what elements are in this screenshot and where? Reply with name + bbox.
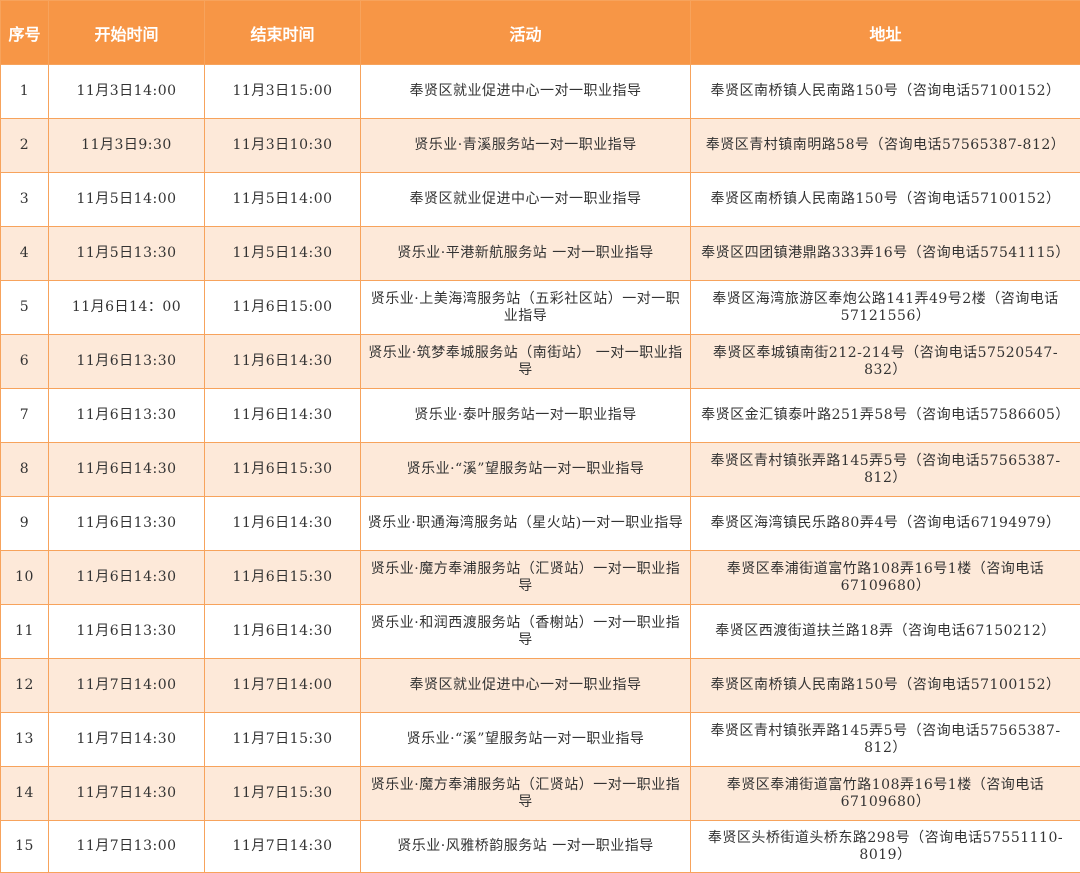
cell-address: 奉贤区四团镇港鼎路333弄16号（咨询电话57541115） bbox=[691, 227, 1080, 281]
cell-index: 15 bbox=[1, 821, 49, 873]
cell-start-time: 11月3日9:30 bbox=[49, 119, 205, 173]
table-row: 311月5日14:0011月5日14:00奉贤区就业促进中心一对一职业指导奉贤区… bbox=[1, 173, 1080, 227]
table-row: 1411月7日14:3011月7日15:30贤乐业·魔方奉浦服务站（汇贤站）一对… bbox=[1, 767, 1080, 821]
header-end-time: 结束时间 bbox=[205, 1, 361, 65]
table-header: 序号 开始时间 结束时间 活动 地址 bbox=[1, 1, 1080, 65]
cell-address: 奉贤区头桥街道头桥东路298号（咨询电话57551110-8019） bbox=[691, 821, 1080, 873]
cell-activity: 贤乐业·泰叶服务站一对一职业指导 bbox=[361, 389, 691, 443]
cell-activity: 贤乐业·“溪”望服务站一对一职业指导 bbox=[361, 443, 691, 497]
cell-end-time: 11月6日14:30 bbox=[205, 335, 361, 389]
cell-activity: 贤乐业·和润西渡服务站（香榭站）一对一职业指导 bbox=[361, 605, 691, 659]
table-row: 211月3日9:3011月3日10:30贤乐业·青溪服务站一对一职业指导奉贤区青… bbox=[1, 119, 1080, 173]
cell-index: 12 bbox=[1, 659, 49, 713]
header-address: 地址 bbox=[691, 1, 1080, 65]
cell-end-time: 11月6日14:30 bbox=[205, 605, 361, 659]
cell-address: 奉贤区奉浦街道富竹路108弄16号1楼（咨询电话67109680） bbox=[691, 551, 1080, 605]
cell-activity: 贤乐业·职通海湾服务站（星火站)一对一职业指导 bbox=[361, 497, 691, 551]
table-row: 411月5日13:3011月5日14:30贤乐业·平港新航服务站 一对一职业指导… bbox=[1, 227, 1080, 281]
header-row: 序号 开始时间 结束时间 活动 地址 bbox=[1, 1, 1080, 65]
cell-activity: 贤乐业·青溪服务站一对一职业指导 bbox=[361, 119, 691, 173]
cell-start-time: 11月6日13:30 bbox=[49, 335, 205, 389]
cell-end-time: 11月6日15:30 bbox=[205, 443, 361, 497]
cell-index: 5 bbox=[1, 281, 49, 335]
table-row: 1511月7日13:0011月7日14:30贤乐业·风雅桥韵服务站 一对一职业指… bbox=[1, 821, 1080, 873]
cell-index: 1 bbox=[1, 65, 49, 119]
table-row: 1111月6日13:3011月6日14:30贤乐业·和润西渡服务站（香榭站）一对… bbox=[1, 605, 1080, 659]
cell-end-time: 11月3日10:30 bbox=[205, 119, 361, 173]
cell-index: 14 bbox=[1, 767, 49, 821]
cell-address: 奉贤区西渡街道扶兰路18弄（咨询电话67150212） bbox=[691, 605, 1080, 659]
cell-address: 奉贤区海湾旅游区奉炮公路141弄49号2楼（咨询电话57121556） bbox=[691, 281, 1080, 335]
cell-address: 奉贤区青村镇南明路58号（咨询电话57565387-812） bbox=[691, 119, 1080, 173]
cell-end-time: 11月3日15:00 bbox=[205, 65, 361, 119]
cell-index: 9 bbox=[1, 497, 49, 551]
cell-activity: 贤乐业·魔方奉浦服务站（汇贤站）一对一职业指导 bbox=[361, 551, 691, 605]
table-row: 1011月6日14:3011月6日15:30贤乐业·魔方奉浦服务站（汇贤站）一对… bbox=[1, 551, 1080, 605]
cell-address: 奉贤区海湾镇民乐路80弄4号（咨询电话67194979） bbox=[691, 497, 1080, 551]
cell-start-time: 11月6日14:30 bbox=[49, 443, 205, 497]
cell-address: 奉贤区南桥镇人民南路150号（咨询电话57100152） bbox=[691, 65, 1080, 119]
cell-start-time: 11月6日14:30 bbox=[49, 551, 205, 605]
cell-address: 奉贤区南桥镇人民南路150号（咨询电话57100152） bbox=[691, 659, 1080, 713]
cell-address: 奉贤区奉浦街道富竹路108弄16号1楼（咨询电话67109680） bbox=[691, 767, 1080, 821]
cell-end-time: 11月7日15:30 bbox=[205, 713, 361, 767]
cell-start-time: 11月6日13:30 bbox=[49, 389, 205, 443]
table-row: 811月6日14:3011月6日15:30贤乐业·“溪”望服务站一对一职业指导奉… bbox=[1, 443, 1080, 497]
table-row: 711月6日13:3011月6日14:30贤乐业·泰叶服务站一对一职业指导奉贤区… bbox=[1, 389, 1080, 443]
schedule-table: 序号 开始时间 结束时间 活动 地址 111月3日14:0011月3日15:00… bbox=[0, 0, 1080, 873]
cell-activity: 贤乐业·筑梦奉城服务站（南街站） 一对一职业指导 bbox=[361, 335, 691, 389]
cell-activity: 贤乐业·魔方奉浦服务站（汇贤站）一对一职业指导 bbox=[361, 767, 691, 821]
cell-index: 2 bbox=[1, 119, 49, 173]
cell-activity: 贤乐业·“溪”望服务站一对一职业指导 bbox=[361, 713, 691, 767]
header-activity: 活动 bbox=[361, 1, 691, 65]
cell-start-time: 11月6日13:30 bbox=[49, 497, 205, 551]
cell-address: 奉贤区奉城镇南街212-214号（咨询电话57520547-832） bbox=[691, 335, 1080, 389]
cell-start-time: 11月7日14:30 bbox=[49, 767, 205, 821]
table-row: 111月3日14:0011月3日15:00奉贤区就业促进中心一对一职业指导奉贤区… bbox=[1, 65, 1080, 119]
cell-end-time: 11月7日14:30 bbox=[205, 821, 361, 873]
cell-address: 奉贤区青村镇张弄路145弄5号（咨询电话57565387-812） bbox=[691, 443, 1080, 497]
cell-start-time: 11月7日14:00 bbox=[49, 659, 205, 713]
cell-index: 11 bbox=[1, 605, 49, 659]
cell-activity: 贤乐业·上美海湾服务站（五彩社区站）一对一职业指导 bbox=[361, 281, 691, 335]
cell-index: 6 bbox=[1, 335, 49, 389]
cell-index: 10 bbox=[1, 551, 49, 605]
cell-end-time: 11月6日15:00 bbox=[205, 281, 361, 335]
cell-index: 7 bbox=[1, 389, 49, 443]
cell-end-time: 11月6日14:30 bbox=[205, 497, 361, 551]
cell-activity: 贤乐业·风雅桥韵服务站 一对一职业指导 bbox=[361, 821, 691, 873]
cell-index: 8 bbox=[1, 443, 49, 497]
cell-activity: 奉贤区就业促进中心一对一职业指导 bbox=[361, 659, 691, 713]
cell-activity: 贤乐业·平港新航服务站 一对一职业指导 bbox=[361, 227, 691, 281]
header-index: 序号 bbox=[1, 1, 49, 65]
cell-index: 13 bbox=[1, 713, 49, 767]
cell-start-time: 11月7日14:30 bbox=[49, 713, 205, 767]
cell-end-time: 11月6日14:30 bbox=[205, 389, 361, 443]
cell-address: 奉贤区青村镇张弄路145弄5号（咨询电话57565387-812） bbox=[691, 713, 1080, 767]
cell-start-time: 11月5日13:30 bbox=[49, 227, 205, 281]
cell-start-time: 11月3日14:00 bbox=[49, 65, 205, 119]
cell-start-time: 11月6日13:30 bbox=[49, 605, 205, 659]
table-row: 1311月7日14:3011月7日15:30贤乐业·“溪”望服务站一对一职业指导… bbox=[1, 713, 1080, 767]
cell-address: 奉贤区南桥镇人民南路150号（咨询电话57100152） bbox=[691, 173, 1080, 227]
cell-start-time: 11月6日14：00 bbox=[49, 281, 205, 335]
cell-index: 4 bbox=[1, 227, 49, 281]
header-start-time: 开始时间 bbox=[49, 1, 205, 65]
cell-start-time: 11月7日13:00 bbox=[49, 821, 205, 873]
cell-start-time: 11月5日14:00 bbox=[49, 173, 205, 227]
cell-end-time: 11月7日14:00 bbox=[205, 659, 361, 713]
cell-index: 3 bbox=[1, 173, 49, 227]
table-row: 1211月7日14:0011月7日14:00奉贤区就业促进中心一对一职业指导奉贤… bbox=[1, 659, 1080, 713]
cell-end-time: 11月5日14:30 bbox=[205, 227, 361, 281]
table-row: 511月6日14：0011月6日15:00贤乐业·上美海湾服务站（五彩社区站）一… bbox=[1, 281, 1080, 335]
table-body: 111月3日14:0011月3日15:00奉贤区就业促进中心一对一职业指导奉贤区… bbox=[1, 65, 1080, 873]
table-row: 611月6日13:3011月6日14:30贤乐业·筑梦奉城服务站（南街站） 一对… bbox=[1, 335, 1080, 389]
cell-end-time: 11月5日14:00 bbox=[205, 173, 361, 227]
cell-end-time: 11月7日15:30 bbox=[205, 767, 361, 821]
cell-activity: 奉贤区就业促进中心一对一职业指导 bbox=[361, 173, 691, 227]
cell-activity: 奉贤区就业促进中心一对一职业指导 bbox=[361, 65, 691, 119]
cell-address: 奉贤区金汇镇泰叶路251弄58号（咨询电话57586605） bbox=[691, 389, 1080, 443]
table-row: 911月6日13:3011月6日14:30贤乐业·职通海湾服务站（星火站)一对一… bbox=[1, 497, 1080, 551]
cell-end-time: 11月6日15:30 bbox=[205, 551, 361, 605]
